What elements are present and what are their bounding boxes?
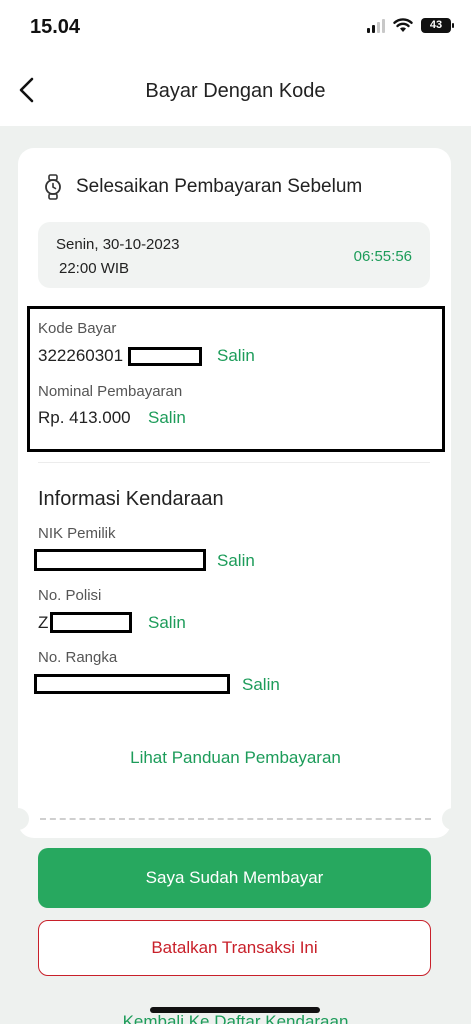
ticket-notch-left bbox=[7, 808, 29, 830]
back-to-vehicle-list-link[interactable]: Kembali Ke Daftar Kendaraan bbox=[0, 1012, 471, 1024]
redaction-box bbox=[128, 347, 202, 366]
deadline-time: 22:00 WIB bbox=[59, 260, 130, 277]
deadline-heading: Selesaikan Pembayaran Sebelum bbox=[76, 176, 363, 197]
already-paid-button[interactable]: Saya Sudah Membayar bbox=[38, 848, 431, 908]
ticket-notch-right bbox=[442, 808, 464, 830]
redaction-box bbox=[34, 549, 206, 571]
payment-code-value: 322260301 bbox=[38, 346, 124, 365]
amount-label: Nominal Pembayaran bbox=[38, 383, 183, 400]
copy-plate-button[interactable]: Salin bbox=[148, 613, 186, 633]
payment-code-label: Kode Bayar bbox=[38, 320, 117, 337]
payment-guide-link[interactable]: Lihat Panduan Pembayaran bbox=[0, 748, 471, 768]
plate-label: No. Polisi bbox=[38, 587, 102, 604]
deadline-box: Senin, 30-10-2023 22:00 WIB 06:55:56 bbox=[38, 222, 430, 288]
status-bar: 15.04 43 bbox=[0, 0, 471, 60]
status-icons: 43 bbox=[367, 18, 454, 33]
cancel-transaction-button[interactable]: Batalkan Transaksi Ini bbox=[38, 920, 431, 976]
copy-nik-button[interactable]: Salin bbox=[217, 551, 255, 571]
deadline-date: Senin, 30-10-2023 bbox=[56, 236, 180, 253]
redaction-box bbox=[50, 612, 132, 633]
amount-value: Rp. 413.000 bbox=[38, 408, 131, 427]
nik-label: NIK Pemilik bbox=[38, 525, 116, 542]
copy-chassis-button[interactable]: Salin bbox=[242, 675, 280, 695]
page-title: Bayar Dengan Kode bbox=[145, 80, 326, 102]
battery-icon: 43 bbox=[421, 18, 454, 33]
copy-code-button[interactable]: Salin bbox=[217, 346, 255, 366]
watch-icon bbox=[45, 174, 61, 200]
ticket-divider bbox=[40, 818, 431, 820]
wifi-icon bbox=[393, 18, 413, 32]
status-time: 15.04 bbox=[30, 16, 81, 38]
section-divider bbox=[38, 462, 430, 463]
copy-amount-button[interactable]: Salin bbox=[148, 408, 186, 428]
home-indicator[interactable] bbox=[150, 1007, 320, 1013]
vehicle-info-heading: Informasi Kendaraan bbox=[38, 488, 224, 510]
cellular-signal-icon bbox=[367, 18, 385, 33]
chassis-label: No. Rangka bbox=[38, 649, 118, 666]
redaction-box bbox=[34, 674, 230, 694]
header: Bayar Dengan Kode bbox=[0, 60, 471, 126]
deadline-heading-row: Selesaikan Pembayaran Sebelum bbox=[44, 174, 362, 200]
plate-value: Z bbox=[38, 613, 49, 632]
countdown-timer: 06:55:56 bbox=[353, 248, 412, 265]
